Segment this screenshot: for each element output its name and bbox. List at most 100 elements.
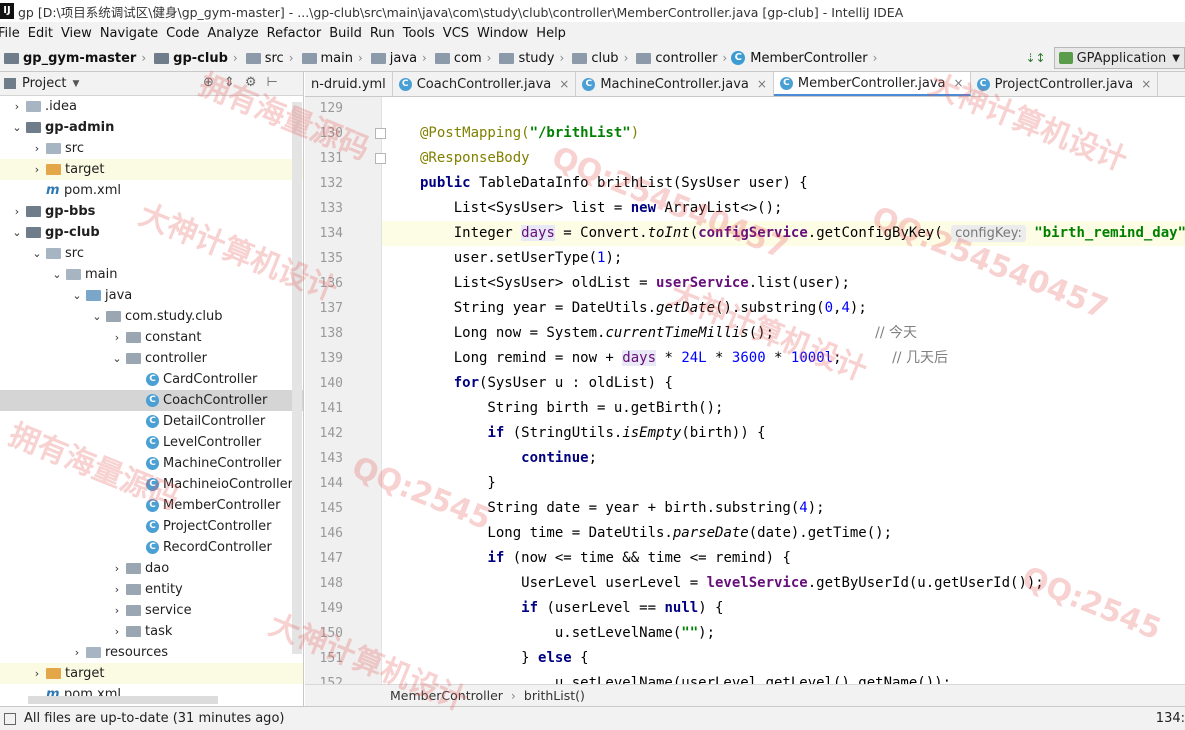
tree-item[interactable]: C LevelController (0, 432, 303, 453)
tree-item[interactable]: ⌄ com.study.club (0, 306, 303, 327)
chevron-down-icon[interactable]: ⌄ (10, 226, 24, 239)
collapse-all-icon[interactable]: ⇕ (224, 75, 235, 90)
nav-crumb-com[interactable]: com › (431, 51, 496, 66)
chevron-down-icon[interactable]: ▼ (72, 79, 79, 89)
close-icon[interactable]: × (757, 77, 767, 91)
chevron-down-icon[interactable]: ⌄ (10, 121, 24, 134)
tree-item[interactable]: › target (0, 663, 303, 684)
tree-item[interactable]: C MachineioController (0, 474, 303, 495)
code-line[interactable]: } (382, 471, 1185, 496)
tree-vertical-scrollbar[interactable] (292, 102, 302, 654)
code-line[interactable]: if (now <= time && time <= remind) { (382, 546, 1185, 571)
nav-crumb-main[interactable]: main › (298, 51, 367, 66)
menu-navigate[interactable]: Navigate (100, 26, 164, 41)
code-line[interactable]: @ResponseBody (382, 146, 1185, 171)
menu-vcs[interactable]: VCS (443, 26, 475, 41)
tab-coachcontroller-java[interactable]: C CoachController.java × (393, 72, 577, 96)
chevron-right-icon[interactable]: › (110, 604, 124, 617)
code-line[interactable]: if (StringUtils.isEmpty(birth)) { (382, 421, 1185, 446)
tree-item[interactable]: ⌄ main (0, 264, 303, 285)
close-icon[interactable]: × (559, 77, 569, 91)
code-line[interactable]: Long time = DateUtils.parseDate(date).ge… (382, 521, 1185, 546)
tab-projectcontroller-java[interactable]: C ProjectController.java × (971, 72, 1159, 96)
tool-windows-icon[interactable] (4, 712, 16, 725)
menu-file[interactable]: File (0, 26, 26, 41)
chevron-right-icon[interactable]: › (10, 100, 24, 113)
menu-analyze[interactable]: Analyze (207, 26, 264, 41)
code-line[interactable] (382, 97, 1185, 121)
code-line[interactable]: UserLevel userLevel = levelService.getBy… (382, 571, 1185, 596)
tree-item[interactable]: ⌄ controller (0, 348, 303, 369)
code-line[interactable]: String year = DateUtils.getDate().substr… (382, 296, 1185, 321)
tree-item[interactable]: › src (0, 138, 303, 159)
code-line[interactable]: continue; (382, 446, 1185, 471)
tab-membercontroller-java[interactable]: C MemberController.java × (773, 72, 971, 96)
tree-item[interactable]: › task (0, 621, 303, 642)
hide-icon[interactable]: ⊢ (266, 75, 277, 90)
code-line[interactable]: @PostMapping("/brithList") (382, 121, 1185, 146)
tree-item[interactable]: ⌄ gp-admin (0, 117, 303, 138)
nav-crumb-membercontroller[interactable]: C MemberController › (731, 51, 881, 66)
run-config-selector[interactable]: GPApplication ▼ (1053, 47, 1185, 69)
menu-help[interactable]: Help (536, 26, 572, 41)
tree-item[interactable]: ⌄ gp-club (0, 222, 303, 243)
tab-n-druid-yml[interactable]: n-druid.yml (305, 72, 393, 96)
chevron-down-icon[interactable]: ⌄ (30, 247, 44, 260)
tree-item[interactable]: › dao (0, 558, 303, 579)
code-line[interactable]: u.setLevelName(userLevel.getLevel().getN… (382, 671, 1185, 684)
menu-run[interactable]: Run (370, 26, 401, 41)
build-icon[interactable]: ⇣↕ (1025, 51, 1045, 65)
code-line[interactable]: Long remind = now + days * 24L * 3600 * … (382, 346, 1185, 371)
chevron-right-icon[interactable]: › (110, 331, 124, 344)
tree-item[interactable]: C MachineController (0, 453, 303, 474)
caret-position[interactable]: 134: (1156, 711, 1185, 726)
nav-crumb-src[interactable]: src › (242, 51, 298, 66)
menu-code[interactable]: Code (166, 26, 205, 41)
tree-item[interactable]: › service (0, 600, 303, 621)
tree-item[interactable]: C RecordController (0, 537, 303, 558)
code-line[interactable]: } else { (382, 646, 1185, 671)
code-line[interactable]: List<SysUser> oldList = userService.list… (382, 271, 1185, 296)
menu-window[interactable]: Window (477, 26, 534, 41)
code-line[interactable]: for(SysUser u : oldList) { (382, 371, 1185, 396)
menu-view[interactable]: View (61, 26, 98, 41)
editor-crumb[interactable]: MemberController (390, 688, 503, 703)
nav-crumb-study[interactable]: study › (495, 51, 568, 66)
tree-item[interactable]: › target (0, 159, 303, 180)
close-icon[interactable]: × (954, 76, 964, 90)
editor-crumb[interactable]: brithList() (524, 688, 585, 703)
tree-item[interactable]: C MemberController (0, 495, 303, 516)
tree-horizontal-scrollbar[interactable] (28, 696, 218, 704)
chevron-right-icon[interactable]: › (30, 667, 44, 680)
gear-icon[interactable]: ⚙ (245, 75, 257, 90)
tree-item[interactable]: › gp-bbs (0, 201, 303, 222)
menu-refactor[interactable]: Refactor (267, 26, 328, 41)
nav-crumb-gp-gym-master[interactable]: gp_gym-master › (0, 51, 150, 66)
nav-crumb-controller[interactable]: controller › (632, 51, 731, 66)
tree-item[interactable]: ⌄ src (0, 243, 303, 264)
code-line[interactable]: if (userLevel == null) { (382, 596, 1185, 621)
editor-gutter[interactable]: 129 130 131 132 133 134 135 136 137 138 139 140 141 1… (305, 97, 386, 684)
menu-tools[interactable]: Tools (403, 26, 441, 41)
nav-crumb-java[interactable]: java › (367, 51, 431, 66)
code-line[interactable]: String date = year + birth.substring(4); (382, 496, 1185, 521)
chevron-down-icon[interactable]: ⌄ (110, 352, 124, 365)
chevron-down-icon[interactable]: ⌄ (70, 289, 84, 302)
tree-item[interactable]: › entity (0, 579, 303, 600)
chevron-right-icon[interactable]: › (30, 142, 44, 155)
code-line[interactable]: Long now = System.currentTimeMillis(); /… (382, 321, 1185, 346)
menu-build[interactable]: Build (329, 26, 368, 41)
tree-item[interactable]: › .idea (0, 96, 303, 117)
tree-item[interactable]: C CardController (0, 369, 303, 390)
code-line[interactable]: public TableDataInfo brithList(SysUser u… (382, 171, 1185, 196)
tree-item[interactable]: C ProjectController (0, 516, 303, 537)
tree-item[interactable]: ⌄ java (0, 285, 303, 306)
chevron-right-icon[interactable]: › (30, 163, 44, 176)
locate-icon[interactable]: ⊕ (203, 75, 214, 90)
chevron-right-icon[interactable]: › (10, 205, 24, 218)
code-line[interactable]: String birth = u.getBirth(); (382, 396, 1185, 421)
tab-machinecontroller-java[interactable]: C MachineController.java × (576, 72, 774, 96)
tree-item[interactable]: m pom.xml (0, 180, 303, 201)
tree-item[interactable]: C DetailController (0, 411, 303, 432)
chevron-down-icon[interactable]: ⌄ (90, 310, 104, 323)
